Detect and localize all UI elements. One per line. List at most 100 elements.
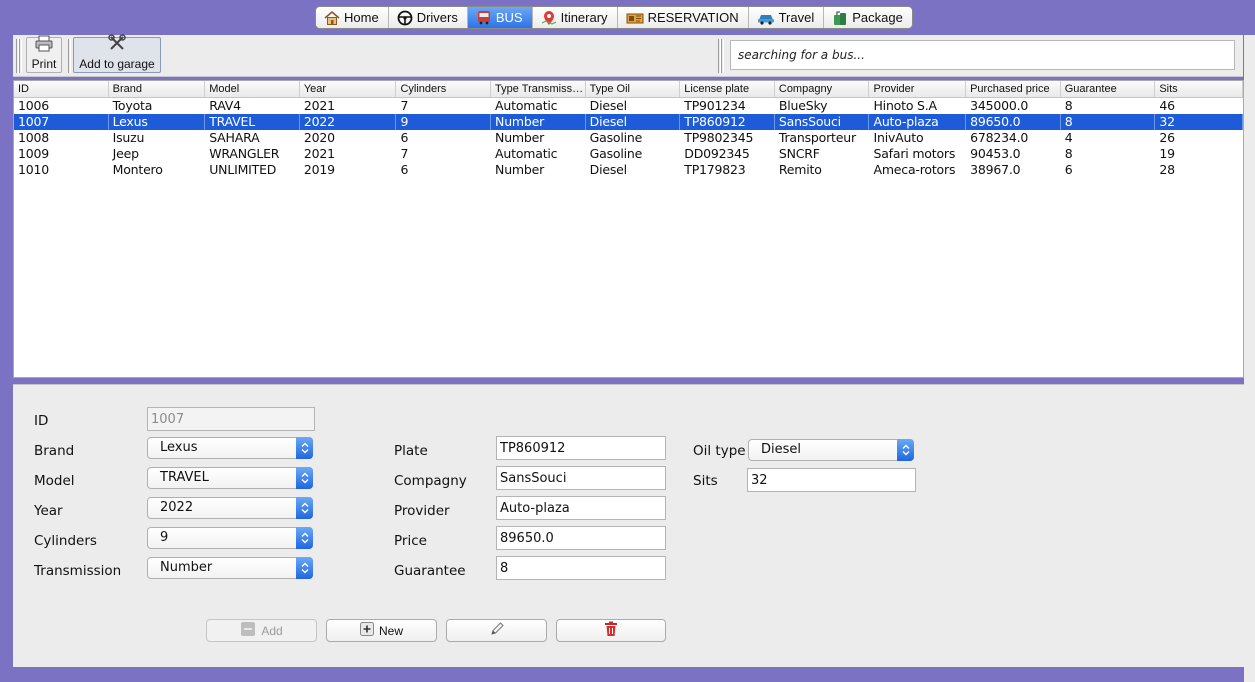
add-label: Add bbox=[261, 623, 283, 638]
window-right-edge bbox=[1244, 35, 1255, 682]
table-cell: TP9802345 bbox=[684, 130, 754, 145]
edit-button[interactable] bbox=[446, 619, 547, 642]
column-header[interactable]: Purchased price bbox=[966, 81, 1061, 97]
toolbar-grip[interactable] bbox=[19, 39, 22, 73]
table-body: 1006 Toyota RAV4 2021 7 Automatic Diesel TP9012… bbox=[14, 98, 1243, 178]
table-cell: 345000.0 bbox=[970, 98, 1029, 113]
table-cell: SAHARA bbox=[209, 130, 260, 145]
table-cell: 678234.0 bbox=[970, 130, 1029, 145]
table-cell: Diesel bbox=[589, 98, 627, 113]
table-cell: Number bbox=[491, 114, 586, 130]
model-value: TRAVEL bbox=[160, 470, 209, 485]
table-cell: 28 bbox=[1159, 162, 1175, 177]
column-header[interactable]: Compagny bbox=[775, 81, 870, 97]
add-button[interactable]: Add bbox=[206, 619, 317, 642]
table-row[interactable]: 1008 Isuzu SAHARA 2020 6 Number Gasoline TP9802… bbox=[14, 130, 1243, 146]
column-header[interactable]: License plate bbox=[680, 81, 775, 97]
table-cell: UNLIMITED bbox=[209, 162, 277, 177]
printer-icon bbox=[35, 35, 53, 55]
table-cell: RAV4 bbox=[209, 98, 241, 113]
tab-reservation[interactable]: RESERVATION bbox=[617, 7, 749, 28]
year-label: Year bbox=[34, 503, 63, 519]
tab-home[interactable]: Home bbox=[316, 7, 389, 28]
column-header[interactable]: Cylinders bbox=[396, 81, 492, 97]
transmission-value: Number bbox=[160, 560, 213, 575]
table-cell: Remito bbox=[778, 162, 822, 177]
table-cell: Transporteur bbox=[778, 130, 856, 145]
table-cell: 8 bbox=[1064, 98, 1073, 113]
column-header[interactable]: Provider bbox=[869, 81, 967, 97]
table-cell: 6 bbox=[400, 162, 409, 177]
oil-type-label: Oil type bbox=[693, 443, 746, 459]
table-cell: 6 bbox=[400, 130, 409, 145]
year-select[interactable]: 2022 bbox=[147, 497, 313, 519]
compagny-field[interactable] bbox=[496, 466, 666, 490]
table-cell: TP179823 bbox=[684, 162, 746, 177]
model-select[interactable]: TRAVEL bbox=[147, 467, 313, 489]
table-cell: 1008 bbox=[18, 130, 50, 145]
table-row[interactable]: 1010 Montero UNLIMITED 2019 6 Number Diesel TP1… bbox=[14, 162, 1243, 178]
price-field[interactable] bbox=[496, 526, 666, 550]
bus-table[interactable]: ID Brand Model Year Cylinders Type Transmissi… bbox=[13, 80, 1244, 378]
table-cell: 2021 bbox=[303, 98, 335, 113]
transmission-select[interactable]: Number bbox=[147, 557, 313, 579]
steering-wheel-icon bbox=[397, 10, 413, 26]
table-row[interactable]: 1007 Lexus TRAVEL 2022 9 Number Diesel TP860912… bbox=[14, 114, 1243, 130]
plus-icon bbox=[359, 622, 374, 639]
add-icon bbox=[240, 621, 256, 640]
column-header[interactable]: Type Oil bbox=[586, 81, 681, 97]
column-header[interactable]: ID bbox=[14, 81, 109, 97]
table-cell: Montero bbox=[112, 162, 163, 177]
chevron-updown-icon bbox=[296, 437, 313, 459]
column-header[interactable]: Year bbox=[300, 81, 397, 97]
table-cell: 8 bbox=[1061, 114, 1156, 130]
new-button[interactable]: New bbox=[326, 619, 437, 642]
column-header[interactable]: Guarantee bbox=[1061, 81, 1156, 97]
table-cell: Jeep bbox=[112, 146, 139, 161]
add-to-garage-button[interactable]: Add to garage bbox=[73, 34, 161, 73]
oil-type-value: Diesel bbox=[761, 442, 802, 457]
delete-button[interactable] bbox=[556, 619, 666, 642]
column-header[interactable]: Type Transmission bbox=[491, 81, 586, 97]
toolbar-grip[interactable] bbox=[721, 39, 724, 73]
tab-package[interactable]: Package bbox=[824, 7, 912, 28]
table-cell: 1009 bbox=[18, 146, 50, 161]
brand-select[interactable]: Lexus bbox=[147, 437, 313, 459]
transmission-label: Transmission bbox=[34, 563, 122, 579]
price-label: Price bbox=[394, 533, 427, 549]
table-cell: TP901234 bbox=[684, 98, 746, 113]
column-header[interactable]: Sits bbox=[1155, 81, 1243, 97]
tab-label: Travel bbox=[778, 10, 815, 25]
luggage-icon bbox=[832, 10, 848, 26]
table-cell: 26 bbox=[1159, 130, 1175, 145]
compagny-label: Compagny bbox=[394, 473, 467, 489]
tab-itinerary[interactable]: Itinerary bbox=[532, 7, 618, 28]
tab-bus[interactable]: BUS bbox=[467, 7, 533, 28]
print-button[interactable]: Print bbox=[26, 35, 62, 73]
table-cell: 32 bbox=[1155, 114, 1243, 130]
table-cell: SansSouci bbox=[775, 114, 870, 130]
column-header[interactable]: Brand bbox=[109, 81, 206, 97]
column-header[interactable]: Model bbox=[205, 81, 300, 97]
table-cell: 46 bbox=[1159, 98, 1175, 113]
tab-label: Package bbox=[852, 10, 903, 25]
table-row[interactable]: 1009 Jeep WRANGLER 2021 7 Automatic Gasoline DD… bbox=[14, 146, 1243, 162]
chevron-updown-icon bbox=[296, 557, 313, 579]
table-cell: 4 bbox=[1064, 130, 1073, 145]
tab-drivers[interactable]: Drivers bbox=[388, 7, 468, 28]
table-row[interactable]: 1006 Toyota RAV4 2021 7 Automatic Diesel TP9012… bbox=[14, 98, 1243, 114]
sits-field[interactable] bbox=[747, 468, 916, 492]
table-cell: Number bbox=[495, 162, 545, 177]
guarantee-field[interactable] bbox=[496, 556, 666, 580]
cylinders-select[interactable]: 9 bbox=[147, 527, 313, 549]
oil-type-select[interactable]: Diesel bbox=[748, 439, 914, 461]
table-cell: Automatic bbox=[495, 98, 558, 113]
cylinders-label: Cylinders bbox=[34, 533, 97, 549]
provider-field[interactable] bbox=[496, 496, 666, 520]
search-input[interactable] bbox=[730, 40, 1235, 70]
tab-travel[interactable]: Travel bbox=[748, 7, 825, 28]
table-cell: Gasoline bbox=[589, 130, 643, 145]
new-label: New bbox=[378, 623, 403, 638]
plate-field[interactable] bbox=[496, 436, 666, 460]
cylinders-value: 9 bbox=[160, 530, 169, 545]
